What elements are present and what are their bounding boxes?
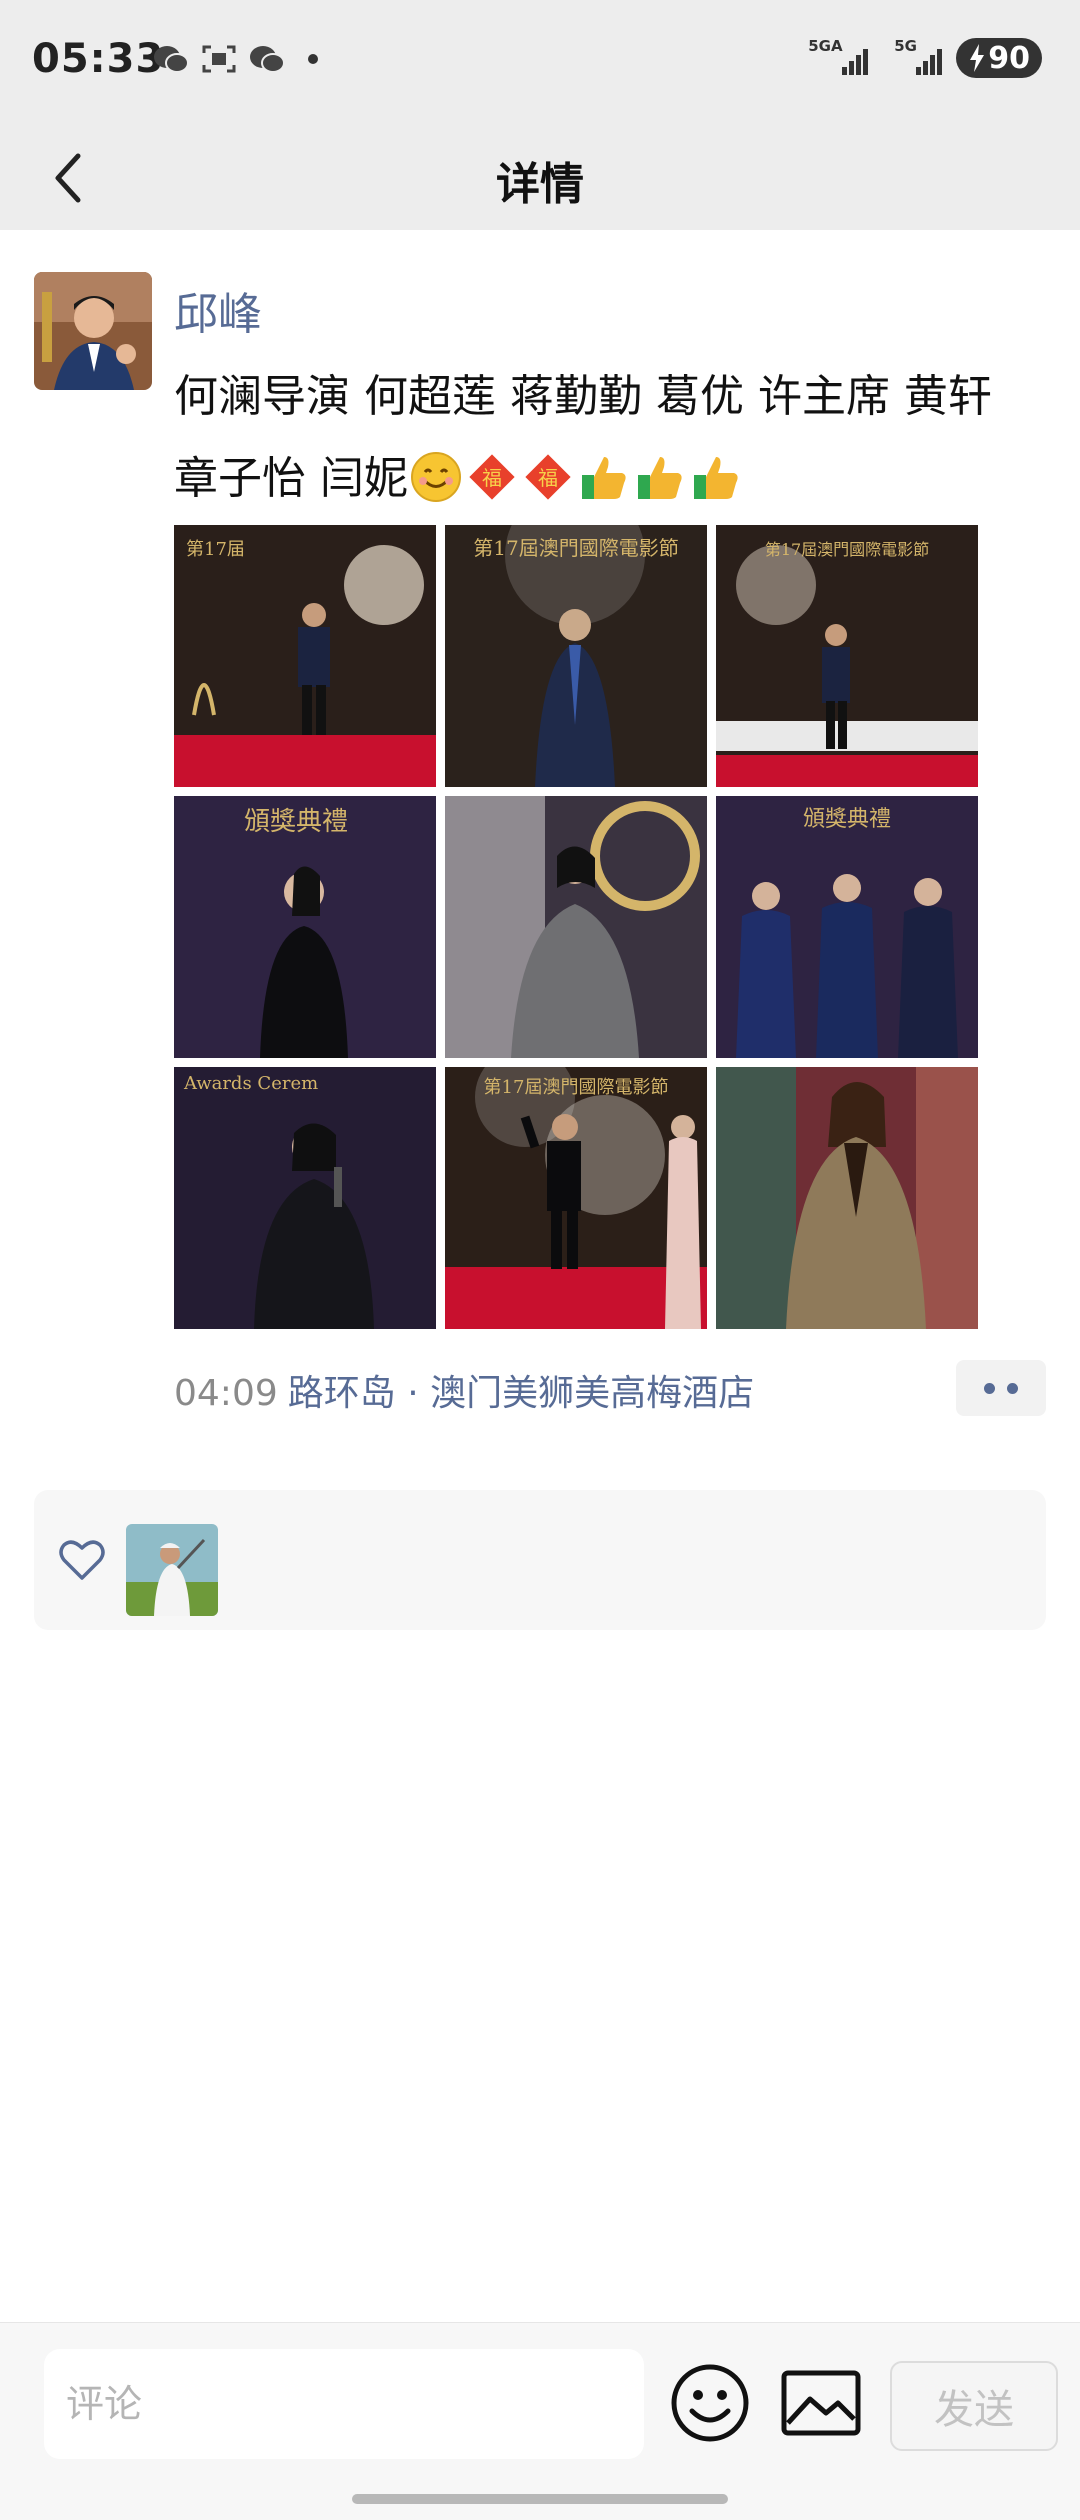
post-photo[interactable]: 第17屆澳門國際電影節	[445, 525, 707, 787]
post-photo[interactable]: 第17屆澳門國際電影節	[716, 525, 978, 787]
post-photo[interactable]: Awards Cerem	[174, 1067, 436, 1329]
post-photo[interactable]: 頒獎典禮	[174, 796, 436, 1058]
network-type-label: 5G	[894, 37, 917, 55]
fu-emoji-icon: 福	[525, 454, 571, 500]
signal-icon: 5G	[894, 39, 943, 75]
more-actions-button[interactable]	[956, 1360, 1046, 1416]
status-time: 05:33	[32, 36, 165, 82]
post-text-segment: 章子怡 闫妮	[174, 453, 408, 504]
photo-caption: 頒獎典禮	[803, 807, 891, 832]
photo-caption: 第17届	[186, 539, 245, 560]
post-photo[interactable]: 頒獎典禮	[716, 796, 978, 1058]
likes-section	[34, 1490, 1046, 1630]
photo-caption: 頒獎典禮	[244, 807, 348, 837]
dot-icon	[1007, 1382, 1018, 1394]
photo-caption: 第17屆澳門國際電影節	[765, 540, 929, 559]
wechat-icon	[250, 46, 285, 73]
post-time: 04:09	[174, 1373, 278, 1414]
post-meta: 04:09 路环岛 · 澳门美狮美高梅酒店	[174, 1364, 754, 1416]
charging-icon	[970, 44, 985, 72]
image-icon[interactable]	[780, 2367, 862, 2439]
comment-bar: 发送	[0, 2322, 1080, 2520]
signal-icon: 5GA	[808, 39, 869, 75]
page-title: 详情	[496, 159, 584, 210]
author-name[interactable]: 邱峰	[174, 278, 262, 342]
thumbs-up-emoji-icon	[582, 457, 626, 499]
emoji-icon[interactable]	[668, 2361, 752, 2445]
send-button[interactable]: 发送	[890, 2361, 1058, 2451]
photo-caption: Awards Cerem	[183, 1073, 318, 1094]
dot-icon	[984, 1382, 995, 1394]
post-photo[interactable]	[445, 796, 707, 1058]
scan-icon	[202, 45, 236, 73]
status-right: 5GA 5G 90	[808, 38, 1042, 78]
fu-emoji-icon: 福	[469, 454, 515, 500]
battery-indicator: 90	[956, 38, 1042, 78]
post-location[interactable]: 路环岛 · 澳门美狮美高梅酒店	[288, 1373, 754, 1414]
status-bar: 05:33 5GA 5G 90	[0, 0, 1080, 124]
post-text-line: 章子怡 闫妮 福 福	[174, 438, 1054, 520]
home-indicator[interactable]	[352, 2494, 728, 2504]
author-avatar[interactable]	[34, 272, 152, 390]
wechat-icon	[154, 46, 189, 73]
liker-avatar[interactable]	[126, 1524, 218, 1616]
battery-level: 90	[988, 40, 1030, 76]
post-photo[interactable]: 第17届	[174, 525, 436, 787]
network-type-label: 5GA	[808, 37, 843, 55]
photo-grid: 第17届 第17屆澳門國際電影節 第17屆澳門國際電影節 頒獎典禮 頒獎典禮 A…	[174, 525, 980, 1329]
photo-caption: 第17屆澳門國際電影節	[473, 536, 678, 560]
post-photo[interactable]: 第17屆澳門國際電影節	[445, 1067, 707, 1329]
svg-text:福: 福	[538, 466, 558, 490]
post-content: 何澜导演 何超莲 蒋勤勤 葛优 许主席 黄轩 章子怡 闫妮 福 福	[174, 356, 1054, 520]
heart-icon	[59, 1540, 105, 1580]
post-text-line: 何澜导演 何超莲 蒋勤勤 葛优 许主席 黄轩	[174, 371, 992, 422]
photo-caption: 第17屆澳門國際電影節	[484, 1077, 669, 1098]
svg-text:福: 福	[482, 466, 502, 490]
thumbs-up-emoji-icon	[694, 457, 738, 499]
notification-icons	[152, 42, 318, 76]
comment-input[interactable]	[44, 2349, 644, 2459]
smile-emoji-icon	[411, 452, 461, 502]
thumbs-up-emoji-icon	[638, 457, 682, 499]
nav-bar: 详情	[0, 124, 1080, 230]
post-photo[interactable]	[716, 1067, 978, 1329]
more-notifications-dot	[308, 54, 318, 64]
